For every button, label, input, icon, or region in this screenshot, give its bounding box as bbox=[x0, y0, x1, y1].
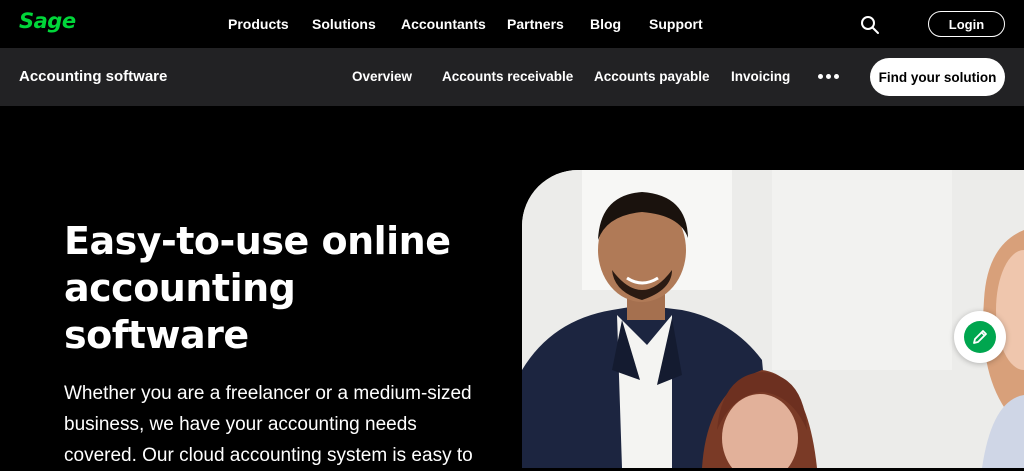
find-your-solution-button[interactable]: Find your solution bbox=[870, 58, 1005, 96]
product-subnav: Accounting software Overview Accounts re… bbox=[0, 48, 1024, 106]
subnav-item-accounts-payable[interactable]: Accounts payable bbox=[594, 69, 710, 84]
search-icon[interactable] bbox=[860, 15, 880, 35]
nav-link-blog[interactable]: Blog bbox=[590, 16, 621, 32]
feedback-button[interactable] bbox=[954, 311, 1006, 363]
top-navigation: Sage Products Solutions Accountants Part… bbox=[0, 0, 1024, 48]
nav-link-partners[interactable]: Partners bbox=[507, 16, 564, 32]
office-people-illustration bbox=[522, 170, 1024, 468]
subnav-title[interactable]: Accounting software bbox=[19, 68, 167, 85]
nav-link-accountants[interactable]: Accountants bbox=[401, 16, 486, 32]
nav-link-products[interactable]: Products bbox=[228, 16, 289, 32]
subnav-item-overview[interactable]: Overview bbox=[352, 69, 412, 84]
nav-link-support[interactable]: Support bbox=[649, 16, 703, 32]
pencil-icon bbox=[964, 321, 996, 353]
hero-title: Easy-to-use online accounting software bbox=[64, 219, 451, 357]
subnav-item-invoicing[interactable]: Invoicing bbox=[731, 69, 790, 84]
hero-description: Whether you are a freelancer or a medium… bbox=[64, 383, 473, 466]
subnav-item-accounts-receivable[interactable]: Accounts receivable bbox=[442, 69, 573, 84]
login-button[interactable]: Login bbox=[928, 11, 1005, 37]
hero-image bbox=[522, 170, 1024, 468]
nav-link-solutions[interactable]: Solutions bbox=[312, 16, 376, 32]
more-dots-icon[interactable] bbox=[818, 73, 840, 81]
